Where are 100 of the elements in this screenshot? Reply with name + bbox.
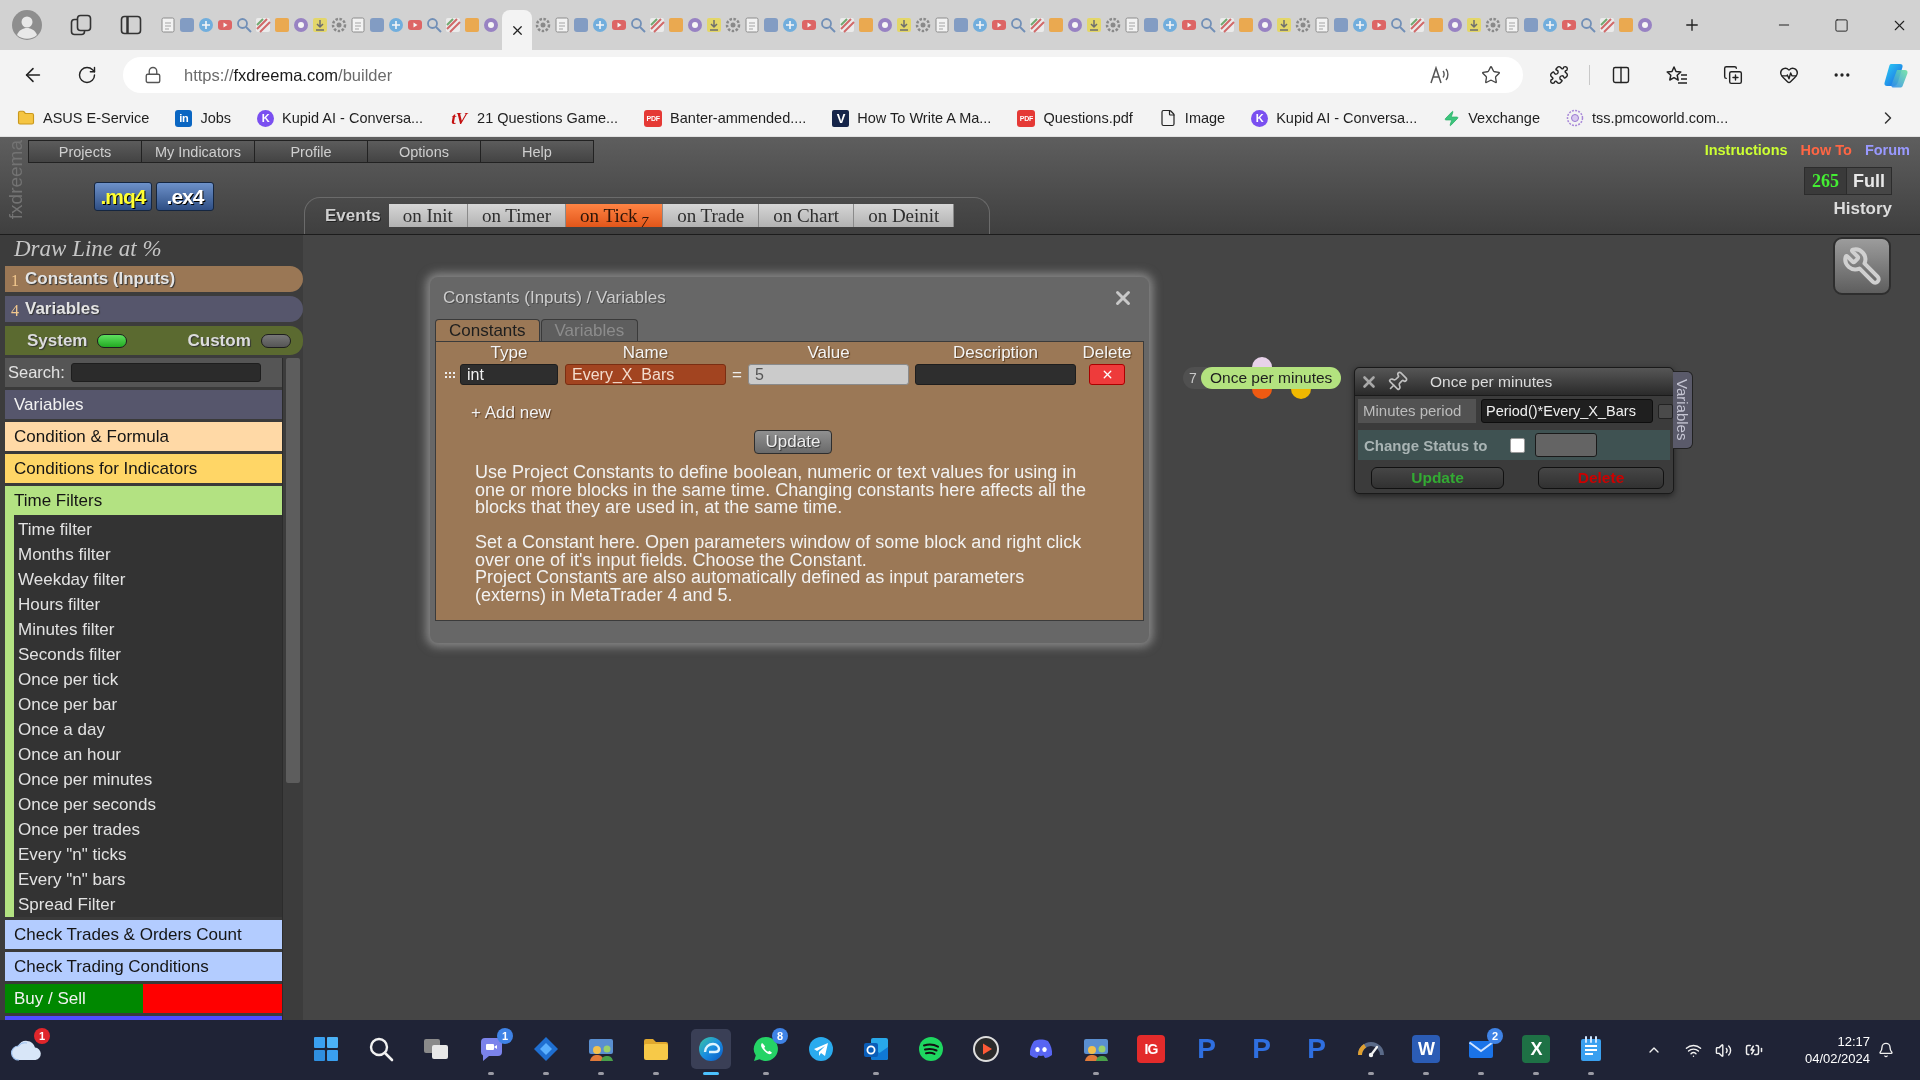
block-item[interactable]: Once per seconds xyxy=(14,792,282,817)
tab-favicon-icon[interactable] xyxy=(953,17,969,33)
swirl-logo-icon[interactable] xyxy=(1883,62,1909,88)
history-link[interactable]: History xyxy=(1833,199,1892,219)
bookmark-link[interactable]: in Jobs xyxy=(175,109,231,127)
panel-button[interactable]: Update xyxy=(1371,467,1504,489)
paper-plane-icon[interactable] xyxy=(807,1035,835,1063)
add-new-link[interactable]: + Add new xyxy=(471,403,551,423)
tab-favicon-icon[interactable] xyxy=(1466,17,1482,33)
tab-favicon-icon[interactable] xyxy=(592,17,608,33)
description-field[interactable] xyxy=(915,364,1076,385)
block-item[interactable]: Once per tick xyxy=(14,667,282,692)
tab-favicon-icon[interactable] xyxy=(1295,17,1311,33)
bookmark-link[interactable]: ASUS E-Service xyxy=(17,109,150,127)
export-button[interactable]: .mq4 xyxy=(94,182,152,211)
section-header[interactable]: 4 Variables xyxy=(5,296,303,322)
letter-tile[interactable]: X xyxy=(1522,1035,1550,1063)
tab-favicon-icon[interactable] xyxy=(554,17,570,33)
tab-favicon-icon[interactable] xyxy=(1029,17,1045,33)
stacked-squares-icon[interactable] xyxy=(70,14,92,36)
bookmark-link[interactable]: Vexchange xyxy=(1443,109,1540,127)
tab-favicon-icon[interactable] xyxy=(1124,17,1140,33)
block-item[interactable]: Every "n" ticks xyxy=(14,842,282,867)
event-tab[interactable]: on Chart xyxy=(759,204,855,227)
block-item[interactable]: Every "n" bars xyxy=(14,867,282,892)
block-node[interactable]: Once per minutes xyxy=(1201,367,1342,389)
tab-favicon-icon[interactable] xyxy=(1143,17,1159,33)
split-screen-icon[interactable] xyxy=(1611,65,1631,85)
tab-favicon-icon[interactable] xyxy=(1010,17,1026,33)
tab-favicon-icon[interactable] xyxy=(1447,17,1463,33)
block-item[interactable]: Once a day xyxy=(14,717,282,742)
tab-favicon-icon[interactable] xyxy=(426,17,442,33)
parameter-field[interactable]: Period()*Every_X_Bars xyxy=(1481,399,1653,423)
menu-button[interactable]: Projects xyxy=(28,140,142,163)
sound-waves-icon[interactable] xyxy=(917,1035,945,1063)
event-tab[interactable]: on Deinit xyxy=(854,204,955,227)
tab-favicon-icon[interactable] xyxy=(896,17,912,33)
tab-favicon-icon[interactable] xyxy=(179,17,195,33)
tab-favicon-icon[interactable] xyxy=(1523,17,1539,33)
menu-button[interactable]: My Indicators xyxy=(141,140,255,163)
bookmark-link[interactable]: Image xyxy=(1158,109,1226,127)
dialog-tab[interactable]: Constants xyxy=(435,319,540,341)
block-item[interactable]: Minutes filter xyxy=(14,617,282,642)
tab-favicon-icon[interactable] xyxy=(236,17,252,33)
block-item[interactable]: Spread Filter xyxy=(14,892,282,917)
tab-favicon-icon[interactable] xyxy=(350,17,366,33)
letter-tile[interactable]: IG xyxy=(1137,1035,1165,1063)
checkbox[interactable] xyxy=(1658,403,1673,419)
header-link[interactable]: Instructions xyxy=(1704,142,1788,158)
category-header[interactable]: Variables xyxy=(5,390,282,419)
toggle-switch[interactable] xyxy=(260,333,291,348)
category-header[interactable]: Check Trading Conditions xyxy=(5,952,282,981)
tab-favicon-icon[interactable] xyxy=(649,17,665,33)
tab-favicon-icon[interactable] xyxy=(820,17,836,33)
start-icon[interactable] xyxy=(312,1035,340,1063)
tab-favicon-icon[interactable] xyxy=(293,17,309,33)
block-item[interactable]: Weekday filter xyxy=(14,567,282,592)
tab-favicon-icon[interactable] xyxy=(445,17,461,33)
tab-favicon-icon[interactable] xyxy=(255,17,271,33)
lock-icon[interactable] xyxy=(144,66,162,84)
tab-favicon-icon[interactable] xyxy=(744,17,760,33)
tab-favicon-icon[interactable] xyxy=(1086,17,1102,33)
bookmark-link[interactable]: K Kupid AI - Conversa... xyxy=(257,109,424,127)
side-tab[interactable]: Variables xyxy=(1673,371,1693,449)
block-item[interactable]: Seconds filter xyxy=(14,642,282,667)
tab-favicon-icon[interactable] xyxy=(1371,17,1387,33)
tab-favicon-icon[interactable] xyxy=(1067,17,1083,33)
read-aloud-icon[interactable] xyxy=(1430,66,1450,84)
reload-icon[interactable] xyxy=(77,65,97,85)
tab-favicon-icon[interactable] xyxy=(687,17,703,33)
bookmark-link[interactable]: K Kupid AI - Conversa... xyxy=(1251,109,1418,127)
status-field[interactable] xyxy=(1535,433,1597,457)
address-field[interactable]: https://fxdreema.com/builder xyxy=(123,57,1523,93)
tab-favicon-icon[interactable] xyxy=(915,17,931,33)
tab-favicon-icon[interactable] xyxy=(1314,17,1330,33)
favorites-icon[interactable] xyxy=(1666,65,1688,85)
block-item[interactable]: Hours filter xyxy=(14,592,282,617)
search-field[interactable] xyxy=(70,363,261,382)
block-item[interactable]: Once per trades xyxy=(14,817,282,842)
diamond-icon[interactable] xyxy=(532,1035,560,1063)
tab-favicon-icon[interactable] xyxy=(1561,17,1577,33)
menu-button[interactable]: Options xyxy=(367,140,481,163)
block-item[interactable]: Time filter xyxy=(14,517,282,542)
category-header[interactable]: Buy / Sell xyxy=(5,984,282,1013)
tab-favicon-icon[interactable] xyxy=(1542,17,1558,33)
tab-favicon-icon[interactable] xyxy=(483,17,499,33)
tab-favicon-icon[interactable] xyxy=(801,17,817,33)
tab-favicon-icon[interactable] xyxy=(1333,17,1349,33)
tab-favicon-icon[interactable] xyxy=(1105,17,1121,33)
menu-button[interactable]: Profile xyxy=(254,140,368,163)
tab-favicon-icon[interactable] xyxy=(1637,17,1653,33)
tab-favicon-icon[interactable] xyxy=(1257,17,1273,33)
tab-favicon-icon[interactable] xyxy=(782,17,798,33)
tab-favicon-icon[interactable] xyxy=(1599,17,1615,33)
tab-favicon-icon[interactable] xyxy=(725,17,741,33)
category-header[interactable]: Condition & Formula xyxy=(5,422,282,451)
cloud-icon[interactable] xyxy=(10,1039,44,1061)
tab-favicon-icon[interactable] xyxy=(934,17,950,33)
tab-favicon-icon[interactable] xyxy=(1390,17,1406,33)
name-field[interactable]: Every_X_Bars xyxy=(565,364,726,385)
